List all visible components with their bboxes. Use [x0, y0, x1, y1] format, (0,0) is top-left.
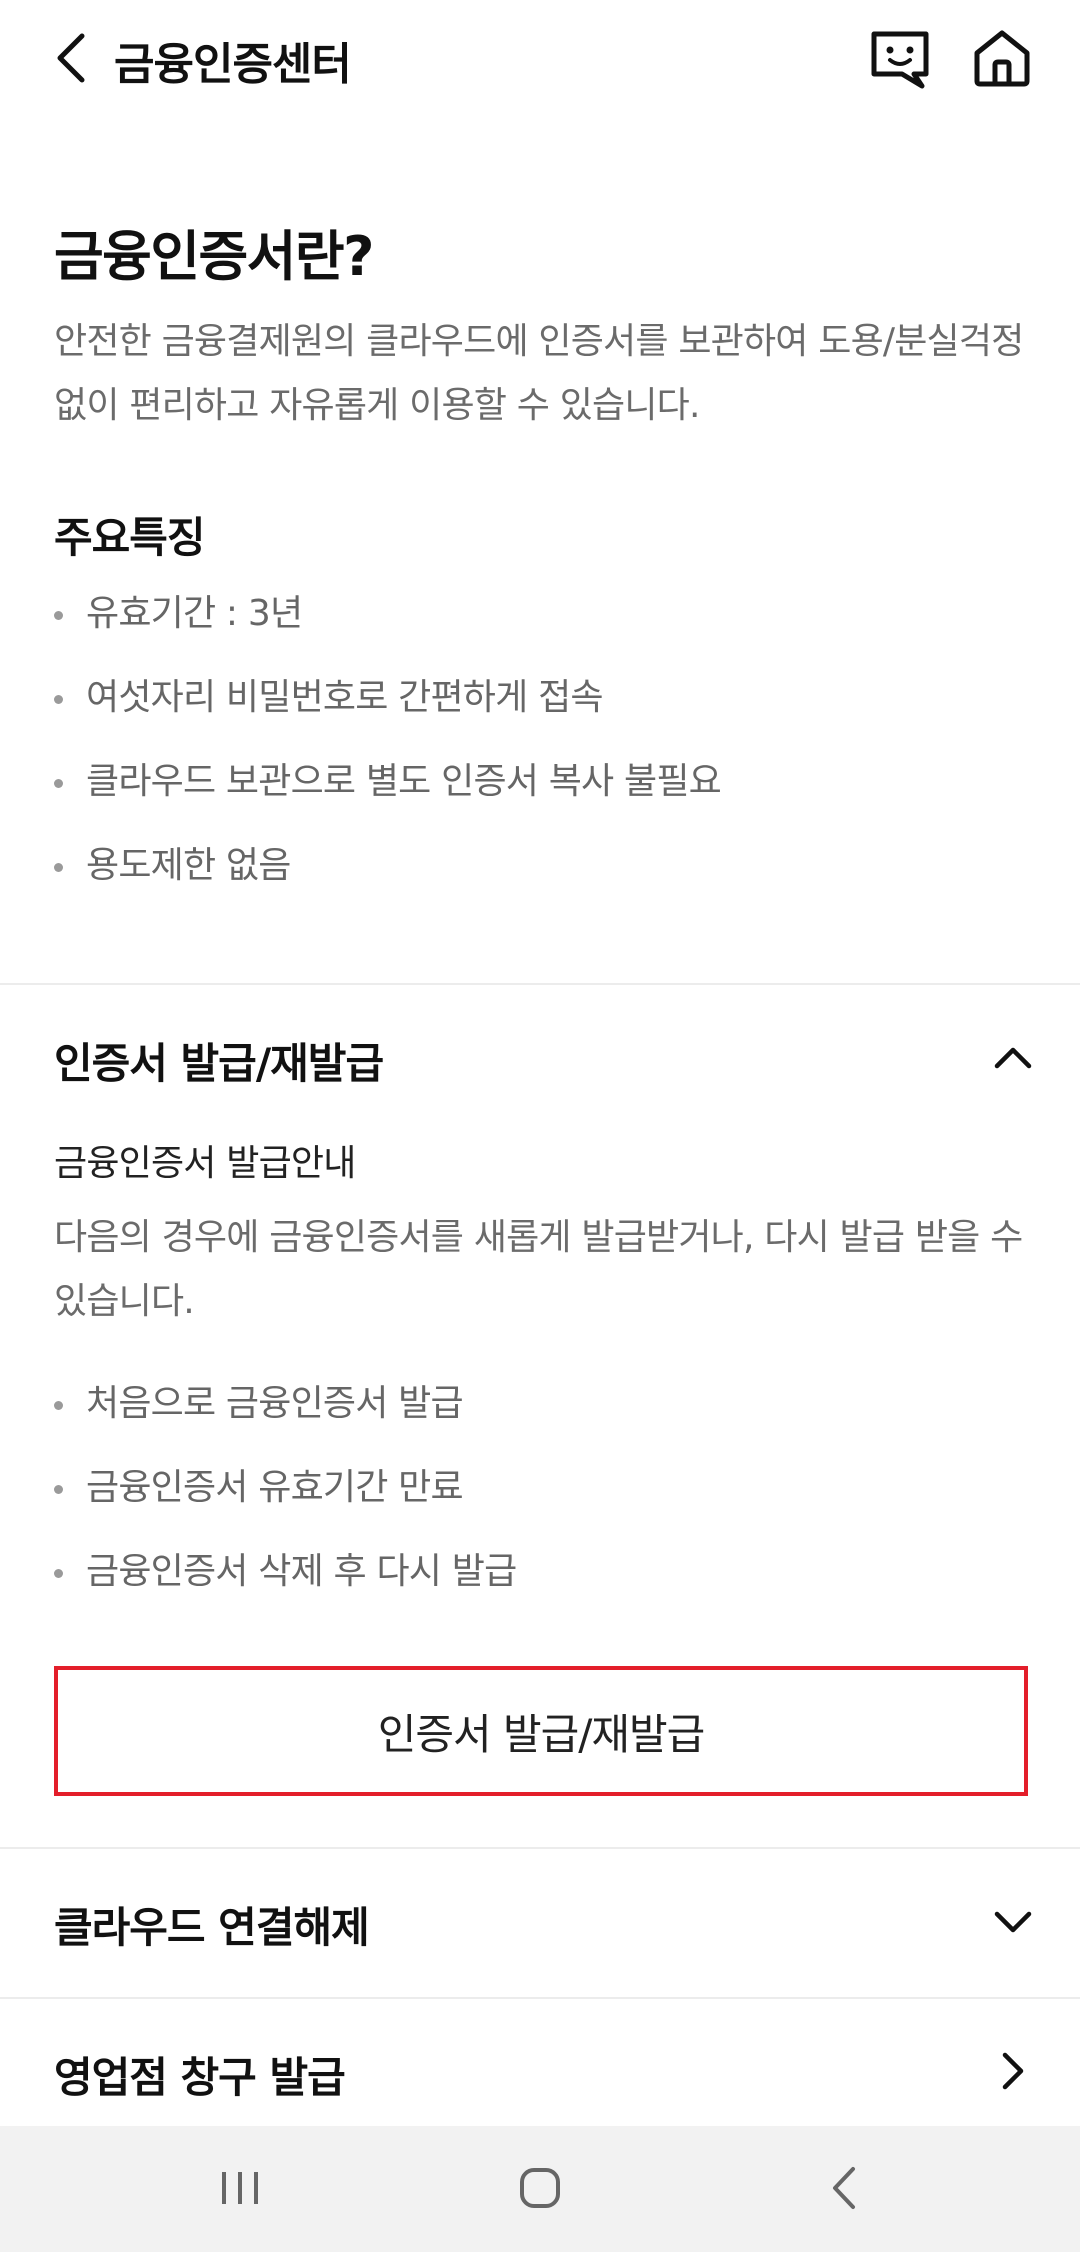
list-item: 여섯자리 비밀번호로 간편하게 접속 [54, 668, 1034, 752]
list-item: 용도제한 없음 [54, 836, 1034, 920]
list-item: 클라우드 보관으로 별도 인증서 복사 불필요 [54, 752, 1034, 836]
home-button[interactable] [964, 20, 1040, 96]
home-icon [974, 30, 1030, 87]
system-home-button[interactable] [500, 2148, 580, 2228]
branch-issue-arrow[interactable] [978, 2036, 1048, 2106]
section-divider [0, 1997, 1080, 1999]
issue-cases-list: 처음으로 금융인증서 발급 금융인증서 유효기간 만료 금융인증서 삭제 후 다… [54, 1374, 1034, 1626]
back-button[interactable] [40, 22, 104, 94]
section-divider [0, 983, 1080, 985]
list-item: 처음으로 금융인증서 발급 [54, 1374, 1034, 1458]
app-header: 금융인증센터 [0, 0, 1080, 116]
chevron-right-icon [1002, 2052, 1024, 2090]
chevron-up-icon [994, 1047, 1032, 1069]
section-divider [0, 1847, 1080, 1849]
issue-reissue-button[interactable]: 인증서 발급/재발급 [54, 1666, 1028, 1796]
recents-button[interactable] [200, 2148, 280, 2228]
page-title: 금융인증센터 [114, 39, 352, 90]
recents-icon [222, 2172, 258, 2204]
intro-title: 금융인증서란? [54, 225, 374, 288]
system-nav-bar [0, 2126, 1080, 2252]
features-list: 유효기간 : 3년 여섯자리 비밀번호로 간편하게 접속 클라우드 보관으로 별… [54, 584, 1034, 920]
chevron-left-icon [57, 33, 85, 83]
branch-issue-title[interactable]: 영업점 창구 발급 [54, 2044, 346, 2105]
issue-guide-title: 금융인증서 발급안내 [54, 1143, 356, 1184]
list-item: 금융인증서 삭제 후 다시 발급 [54, 1542, 1034, 1626]
list-item: 금융인증서 유효기간 만료 [54, 1458, 1034, 1542]
home-circle-icon [520, 2168, 560, 2208]
chevron-down-icon [994, 1911, 1032, 1933]
features-title: 주요특징 [54, 513, 206, 562]
system-back-button[interactable] [804, 2148, 884, 2228]
chat-bot-button[interactable] [862, 20, 938, 96]
back-icon [833, 2167, 855, 2209]
issue-collapse-toggle[interactable] [978, 1022, 1048, 1092]
chat-bot-icon [871, 31, 929, 89]
intro-description: 안전한 금융결제원의 클라우드에 인증서를 보관하여 도용/분실걱정 없이 편리… [54, 321, 1024, 426]
list-item: 유효기간 : 3년 [54, 584, 1034, 668]
issue-guide-description: 다음의 경우에 금융인증서를 새롭게 발급받거나, 다시 발급 받을 수 있습니… [54, 1217, 1023, 1322]
cloud-expand-toggle[interactable] [978, 1888, 1048, 1958]
issue-section-title[interactable]: 인증서 발급/재발급 [54, 1030, 384, 1091]
cloud-disconnect-title[interactable]: 클라우드 연결해제 [54, 1894, 370, 1955]
